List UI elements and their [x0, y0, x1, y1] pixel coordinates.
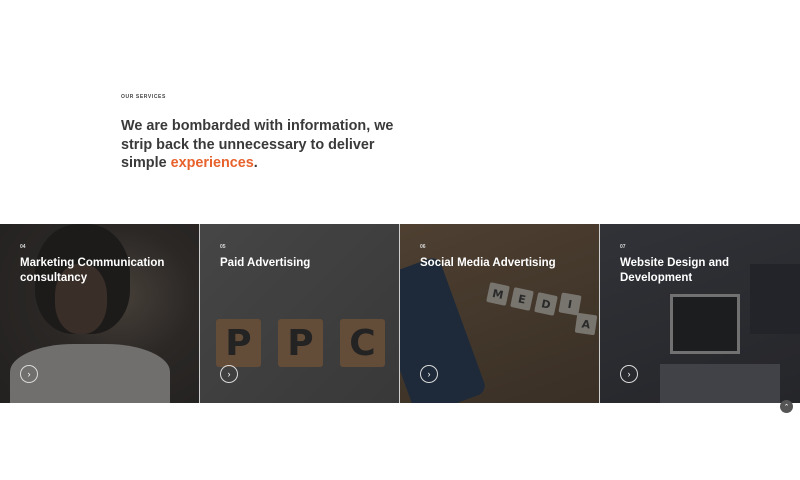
service-title: Social Media Advertising [420, 257, 556, 269]
section-eyebrow: OUR SERVICES [121, 94, 166, 100]
service-card-website-design[interactable]: 07 Website Design and Development › [600, 224, 800, 403]
headline-end: . [253, 155, 258, 171]
chevron-right-icon[interactable]: › [620, 365, 638, 383]
service-card-social-media[interactable]: M E D I A 06 Social Media Advertising › [400, 224, 600, 403]
service-title: Marketing Communication consultancy [20, 257, 165, 284]
section-headline: We are bombarded with information, we st… [121, 117, 411, 173]
service-number: 05 [220, 244, 226, 250]
headline-accent: experiences [170, 155, 254, 171]
chevron-right-icon[interactable]: › [220, 365, 238, 383]
chevron-right-icon[interactable]: › [20, 365, 38, 383]
services-grid: 04 Marketing Communication consultancy ›… [0, 224, 800, 403]
service-card-paid-advertising[interactable]: P P C 05 Paid Advertising › [200, 224, 400, 403]
chevron-right-icon[interactable]: › [420, 365, 438, 383]
service-number: 06 [420, 244, 426, 250]
service-title: Website Design and Development [620, 257, 730, 284]
service-title: Paid Advertising [220, 257, 311, 269]
service-card-marketing[interactable]: 04 Marketing Communication consultancy › [0, 224, 200, 403]
scroll-to-top-button[interactable]: ⌃ [780, 400, 793, 413]
chevron-up-icon: ⌃ [783, 403, 790, 411]
service-number: 07 [620, 244, 626, 250]
service-number: 04 [20, 244, 26, 250]
